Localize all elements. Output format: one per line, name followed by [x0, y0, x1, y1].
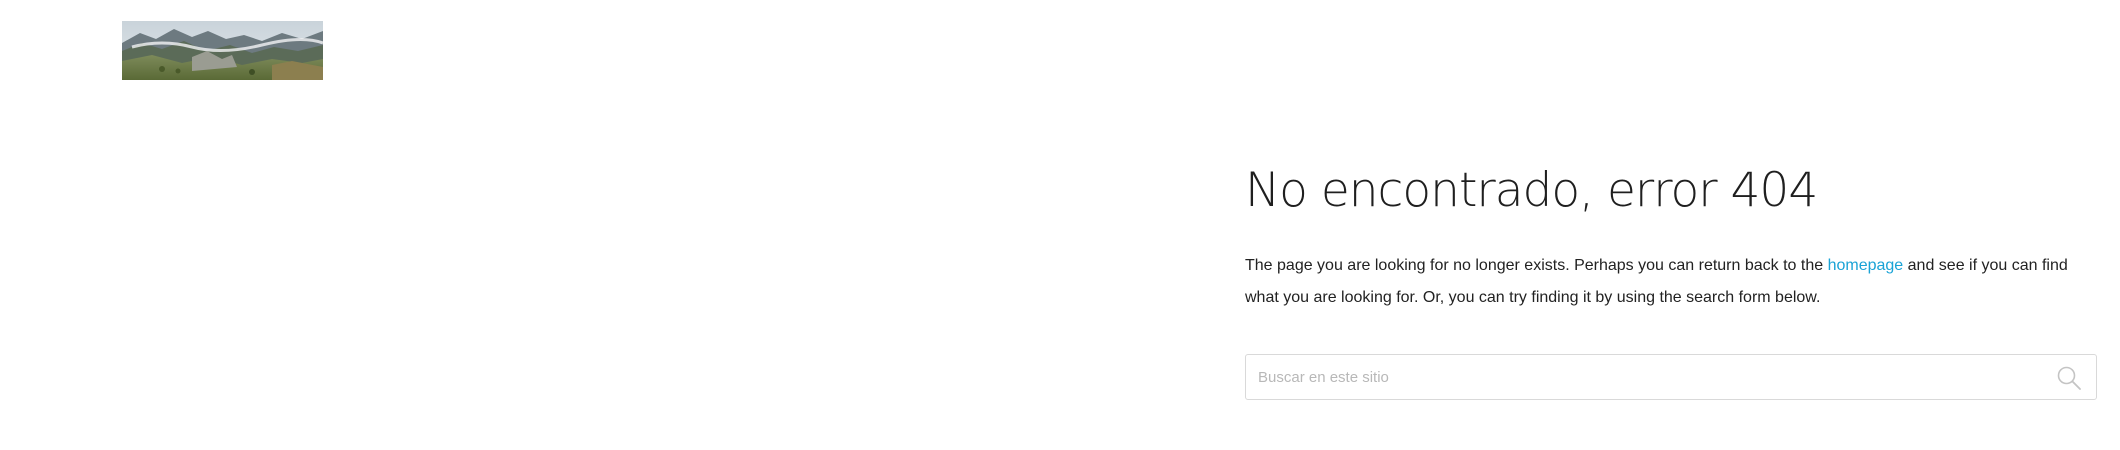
not-found-content: No encontrado, error 404 The page you ar…	[1245, 160, 2100, 400]
search-form	[1245, 354, 2097, 400]
page: No encontrado, error 404 The page you ar…	[0, 0, 2120, 450]
search-input[interactable]	[1246, 355, 2096, 399]
search-button[interactable]	[2056, 365, 2082, 391]
search-icon	[2056, 365, 2082, 391]
site-logo[interactable]	[122, 21, 323, 80]
landscape-logo-image	[122, 21, 323, 80]
not-found-message: The page you are looking for no longer e…	[1245, 250, 2085, 314]
homepage-link[interactable]: homepage	[1828, 257, 1904, 274]
message-text-before: The page you are looking for no longer e…	[1245, 257, 1828, 274]
page-title: No encontrado, error 404	[1245, 163, 1818, 218]
